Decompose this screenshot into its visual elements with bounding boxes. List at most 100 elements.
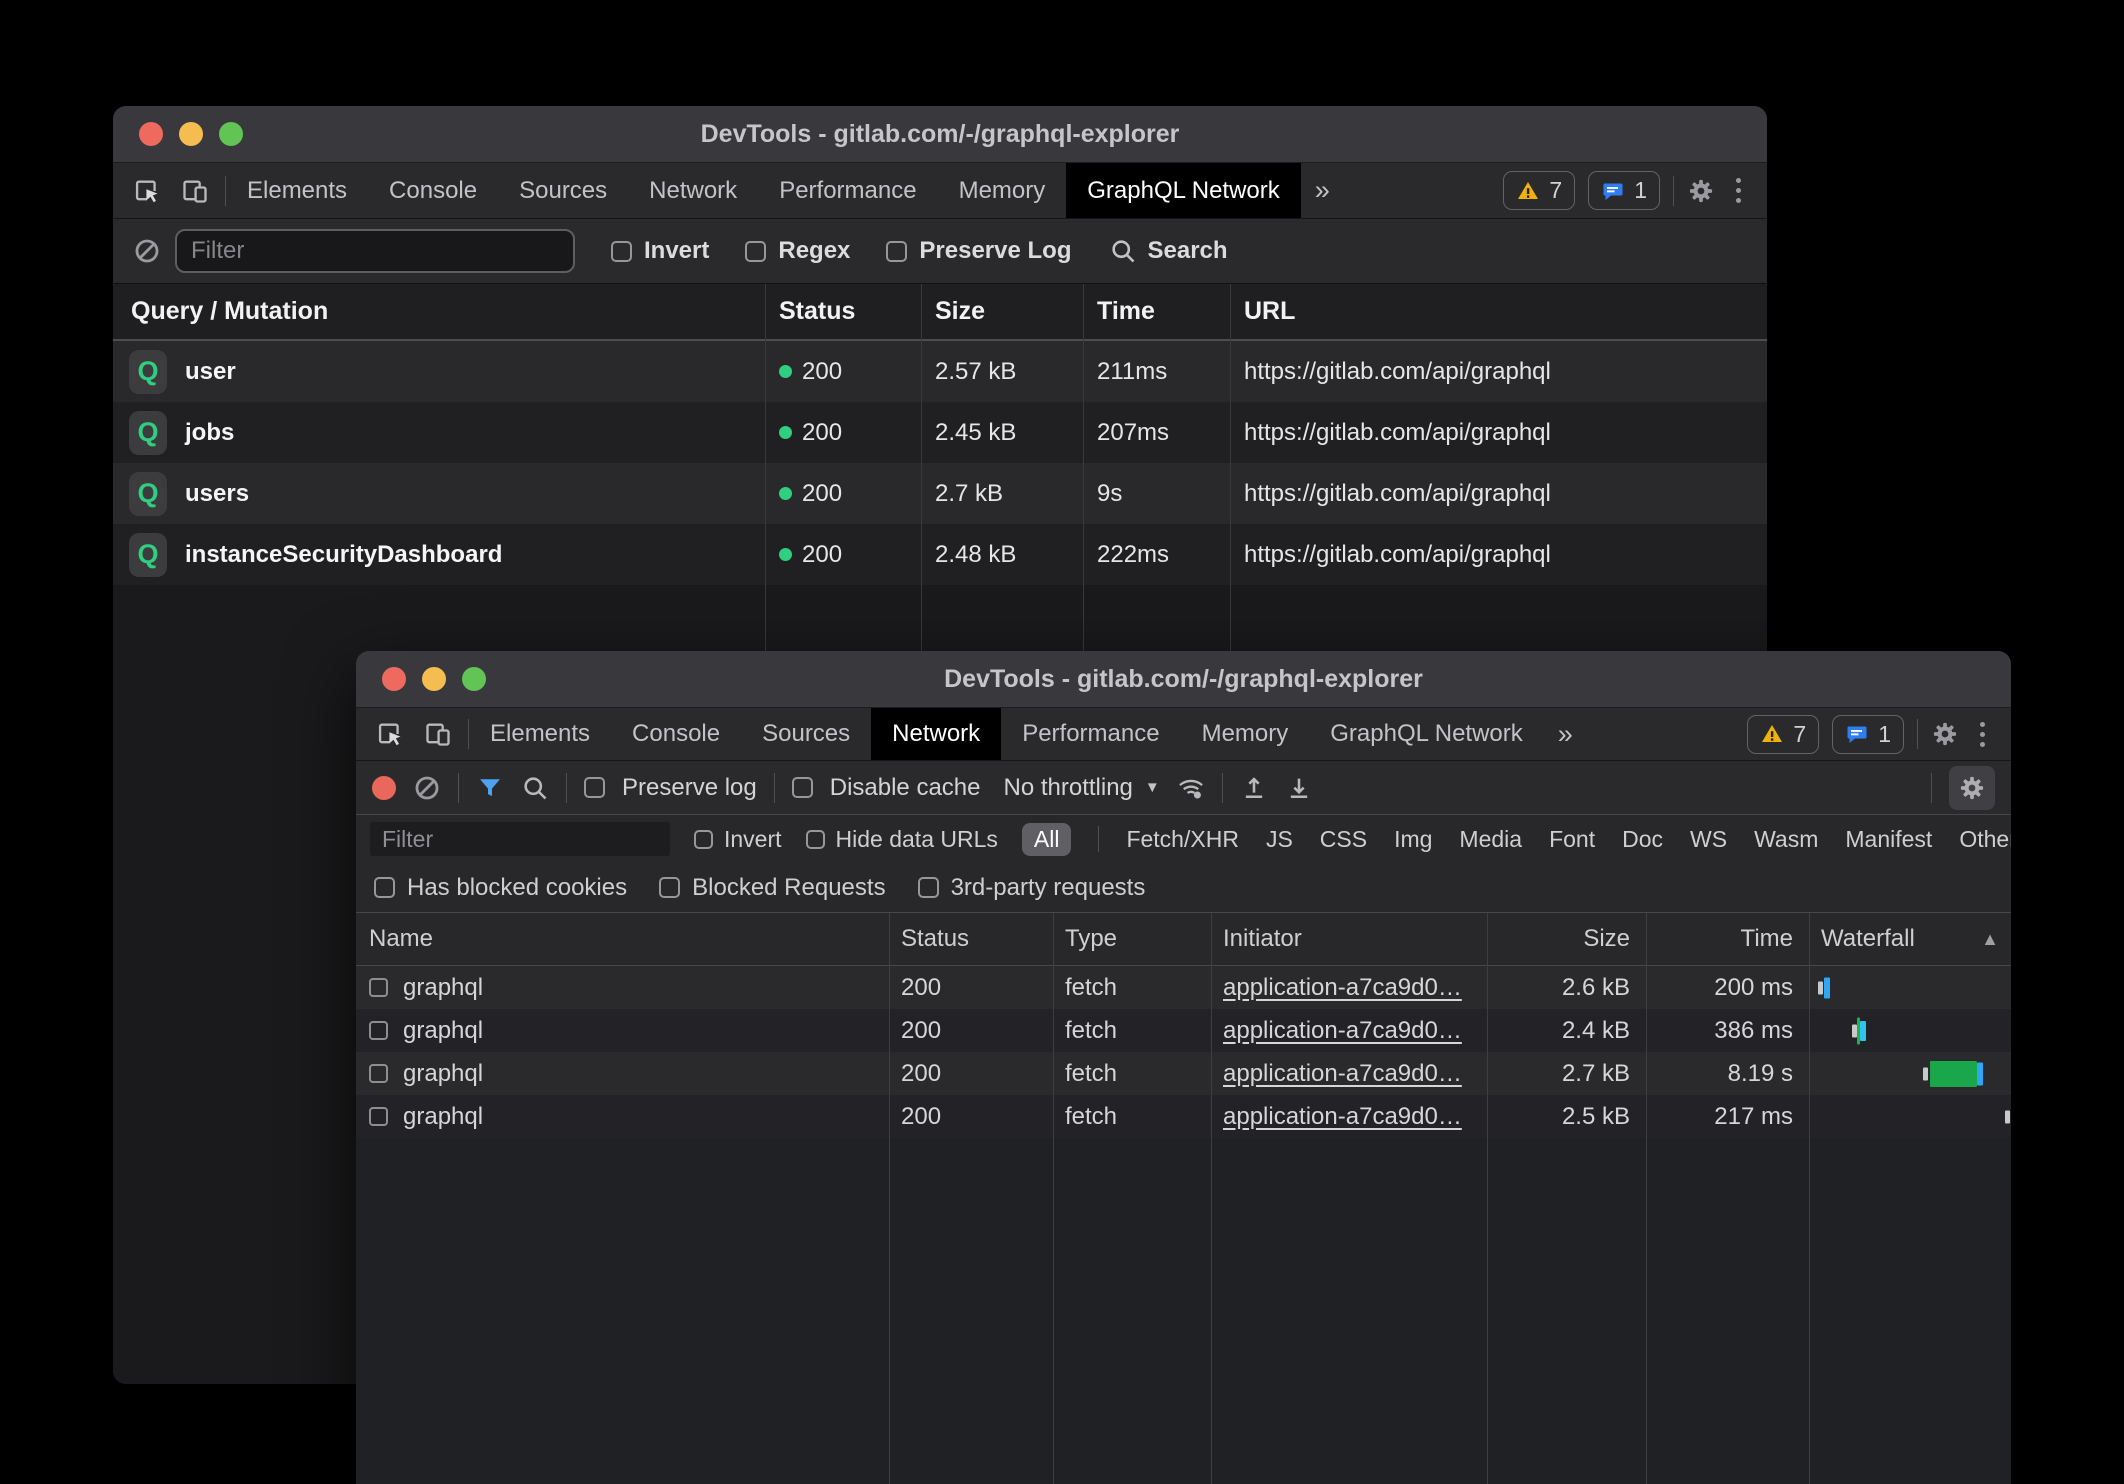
table-row[interactable]: Quser 200 2.57 kB 211ms https://gitlab.c… [113,341,1767,402]
network-settings-gear-button[interactable] [1949,766,1995,810]
third-party-requests-checkbox[interactable] [918,877,939,898]
filter-input[interactable] [370,822,670,856]
initiator-link[interactable]: application-a7ca9d0… [1223,1017,1462,1044]
preserve-log-checkbox[interactable] [584,777,605,798]
invert-checkbox[interactable] [611,241,632,262]
hide-data-urls-checkbox[interactable] [806,830,825,849]
table-row[interactable]: graphql 200 fetch application-a7ca9d0… 2… [356,1009,2011,1052]
search-icon[interactable] [521,774,549,802]
chip-media[interactable]: Media [1459,826,1522,853]
tab-sources[interactable]: Sources [741,708,871,760]
has-blocked-cookies-checkbox[interactable] [374,877,395,898]
chip-font[interactable]: Font [1549,826,1595,853]
column-header-url[interactable]: URL [1230,297,1767,326]
column-header-initiator[interactable]: Initiator [1211,925,1487,953]
column-header-time[interactable]: Time [1646,925,1809,953]
inspect-element-icon[interactable] [133,177,161,205]
initiator-link[interactable]: application-a7ca9d0… [1223,1103,1462,1130]
tab-performance[interactable]: Performance [1001,708,1180,760]
column-header-query-mutation[interactable]: Query / Mutation [113,297,765,326]
network-conditions-icon[interactable] [1177,774,1205,802]
column-header-size[interactable]: Size [921,297,1083,326]
chip-other[interactable]: Other [1959,826,2011,853]
table-row[interactable]: Qjobs 200 2.45 kB 207ms https://gitlab.c… [113,402,1767,463]
tab-performance[interactable]: Performance [758,163,937,218]
inspect-element-icon[interactable] [376,720,404,748]
initiator-link[interactable]: application-a7ca9d0… [1223,974,1462,1001]
tab-memory[interactable]: Memory [938,163,1067,218]
minimize-button[interactable] [422,667,446,691]
tab-console[interactable]: Console [368,163,498,218]
more-tabs-icon[interactable]: » [1301,175,1344,206]
tab-elements[interactable]: Elements [469,708,611,760]
column-header-waterfall[interactable]: Waterfall ▲ [1809,913,2011,965]
column-header-status[interactable]: Status [889,925,1053,953]
table-row[interactable]: graphql 200 fetch application-a7ca9d0… 2… [356,1095,2011,1138]
title-bar[interactable]: DevTools - gitlab.com/-/graphql-explorer [356,651,2011,708]
regex-checkbox[interactable] [745,241,766,262]
settings-gear-icon[interactable] [1931,720,1959,748]
tab-graphql-network[interactable]: GraphQL Network [1309,708,1544,760]
column-header-size[interactable]: Size [1487,925,1646,953]
throttling-dropdown[interactable]: No throttling ▼ [1003,774,1159,802]
device-toolbar-icon[interactable] [181,177,209,205]
zoom-button[interactable] [219,122,243,146]
tab-network[interactable]: Network [628,163,758,218]
chip-fetch-xhr[interactable]: Fetch/XHR [1126,826,1238,853]
tab-memory[interactable]: Memory [1181,708,1310,760]
row-checkbox[interactable] [369,978,388,997]
chip-css[interactable]: CSS [1320,826,1367,853]
preserve-log-checkbox[interactable] [886,241,907,262]
row-checkbox[interactable] [369,1064,388,1083]
column-header-status[interactable]: Status [765,297,921,326]
issues-badge[interactable]: 1 [1832,715,1904,754]
tab-network[interactable]: Network [871,708,1001,760]
table-row[interactable]: Qusers 200 2.7 kB 9s https://gitlab.com/… [113,463,1767,524]
type-value: fetch [1053,1060,1211,1088]
disable-cache-checkbox[interactable] [792,777,813,798]
column-header-time[interactable]: Time [1083,297,1230,326]
tab-elements[interactable]: Elements [226,163,368,218]
filter-input[interactable] [175,229,575,273]
filter-funnel-icon[interactable] [476,774,504,802]
warnings-badge[interactable]: 7 [1503,171,1575,210]
row-checkbox[interactable] [369,1107,388,1126]
more-options-icon[interactable] [1972,722,1993,747]
zoom-button[interactable] [462,667,486,691]
device-toolbar-icon[interactable] [424,720,452,748]
chip-all[interactable]: All [1022,823,1072,856]
record-button[interactable] [372,776,396,800]
settings-gear-icon[interactable] [1687,177,1715,205]
more-options-icon[interactable] [1728,178,1749,203]
chip-wasm[interactable]: Wasm [1754,826,1818,853]
chip-manifest[interactable]: Manifest [1845,826,1932,853]
close-button[interactable] [139,122,163,146]
more-tabs-icon[interactable]: » [1544,719,1587,750]
column-header-type[interactable]: Type [1053,925,1211,953]
export-har-icon[interactable] [1285,774,1313,802]
row-checkbox[interactable] [369,1021,388,1040]
search-group[interactable]: Search [1109,237,1227,265]
column-header-name[interactable]: Name [356,925,889,953]
import-har-icon[interactable] [1240,774,1268,802]
chip-js[interactable]: JS [1266,826,1293,853]
initiator-link[interactable]: application-a7ca9d0… [1223,1060,1462,1087]
table-row[interactable]: QinstanceSecurityDashboard 200 2.48 kB 2… [113,524,1767,585]
invert-checkbox[interactable] [694,830,713,849]
warnings-badge[interactable]: 7 [1747,715,1819,754]
close-button[interactable] [382,667,406,691]
block-icon[interactable] [133,237,161,265]
chip-ws[interactable]: WS [1690,826,1727,853]
issues-badge[interactable]: 1 [1588,171,1660,210]
tab-graphql-network[interactable]: GraphQL Network [1066,163,1301,218]
blocked-requests-checkbox[interactable] [659,877,680,898]
tab-sources[interactable]: Sources [498,163,628,218]
chip-img[interactable]: Img [1394,826,1432,853]
tab-console[interactable]: Console [611,708,741,760]
table-row[interactable]: graphql 200 fetch application-a7ca9d0… 2… [356,966,2011,1009]
minimize-button[interactable] [179,122,203,146]
chip-doc[interactable]: Doc [1622,826,1663,853]
title-bar[interactable]: DevTools - gitlab.com/-/graphql-explorer [113,106,1767,163]
clear-icon[interactable] [413,774,441,802]
table-row[interactable]: graphql 200 fetch application-a7ca9d0… 2… [356,1052,2011,1095]
